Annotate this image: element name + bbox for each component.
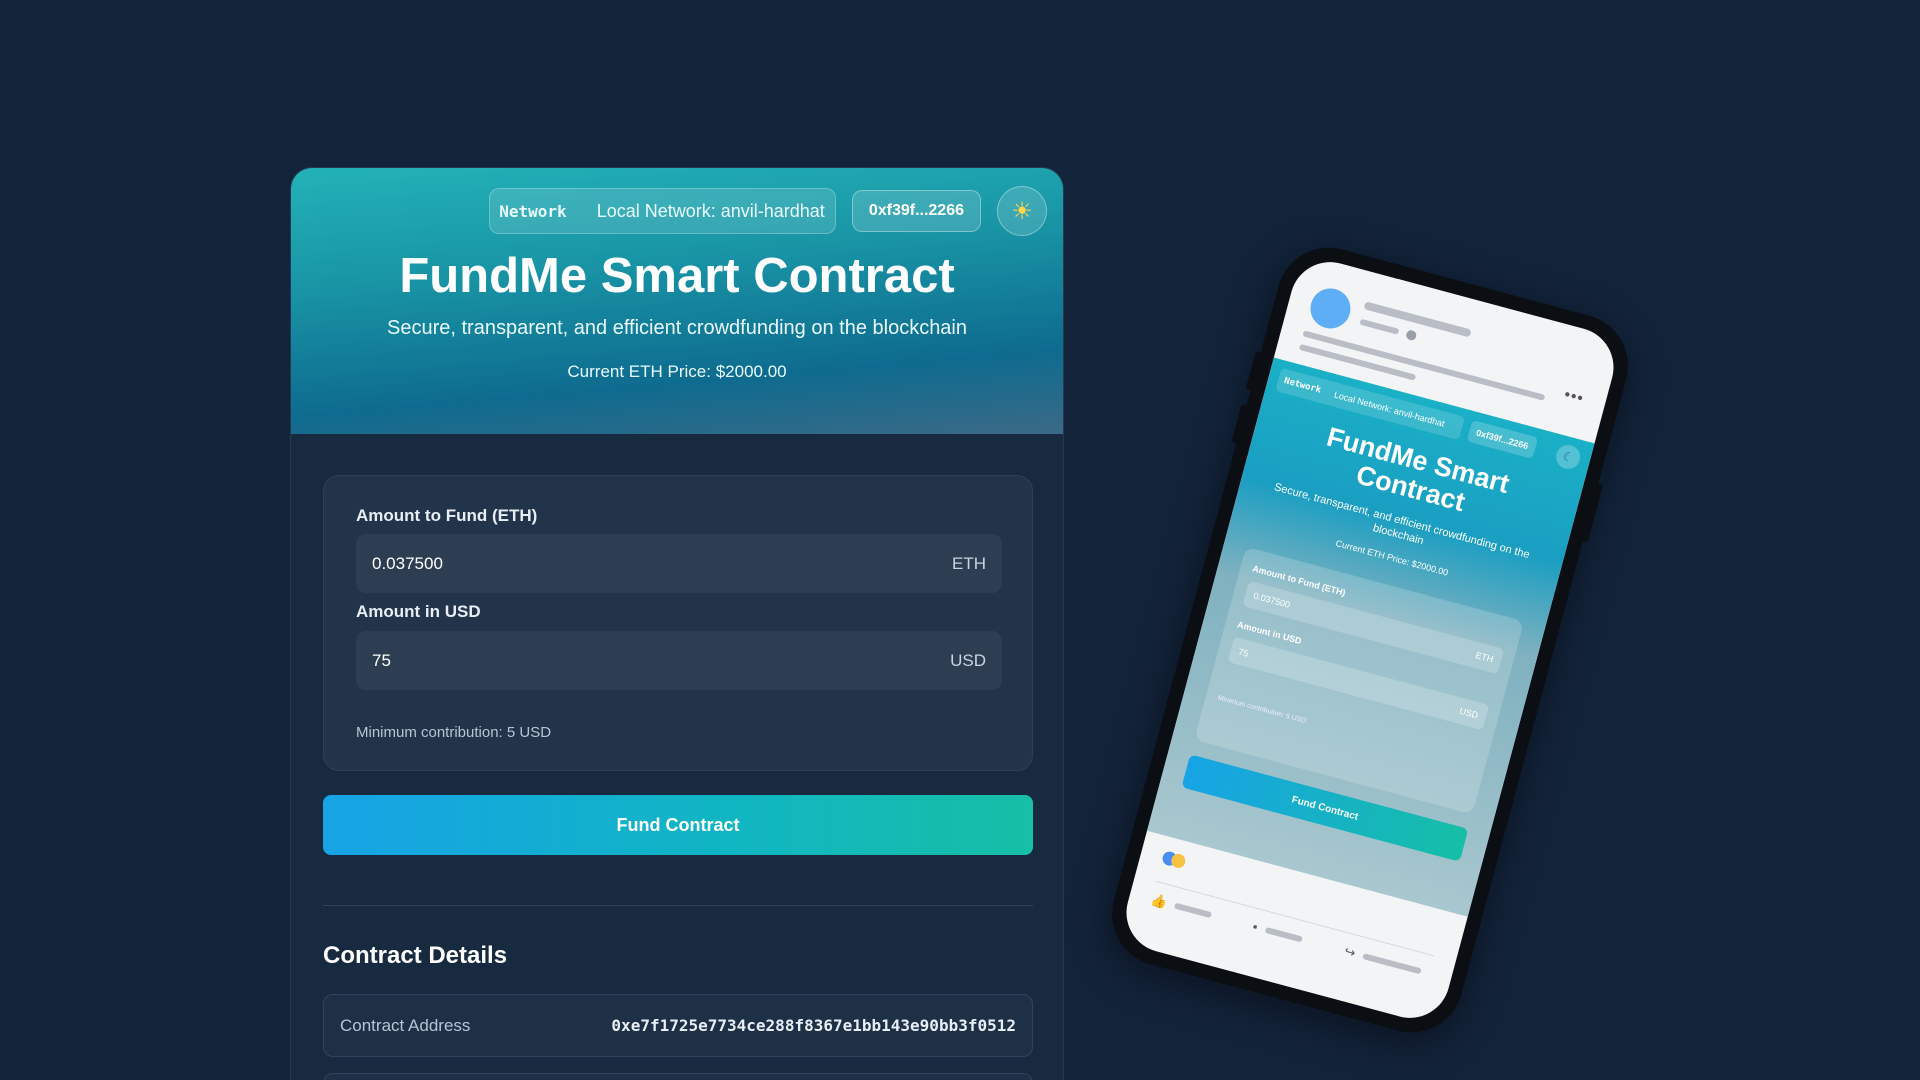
- placeholder-bar: [1359, 318, 1400, 335]
- mini-eth-value: 0.037500: [1252, 590, 1292, 610]
- page-subtitle: Secure, transparent, and efficient crowd…: [387, 317, 967, 339]
- minimum-contribution-note: Minimum contribution: 5 USD: [356, 724, 552, 741]
- mini-min-note: Minimum contribution: 5 USD: [1216, 694, 1307, 726]
- thumbs-up-icon: 👍: [1149, 891, 1170, 911]
- phone-side-button: [1231, 403, 1248, 444]
- placeholder-bar: [1363, 301, 1472, 338]
- app-card: Network Local Network: anvil-hardhat 0xf…: [290, 167, 1064, 1080]
- eth-amount-field[interactable]: ETH: [356, 534, 1002, 593]
- mini-network-name: Local Network: anvil-hardhat: [1332, 389, 1446, 429]
- detail-value[interactable]: 0xe7f1725e7734ce288f8367e1bb143e90bb3f05…: [611, 1016, 1016, 1035]
- network-tag: Network: [499, 201, 567, 221]
- contract-address-row: Contract Address 0xe7f1725e7734ce288f836…: [323, 994, 1033, 1057]
- eth-amount-input[interactable]: [372, 553, 872, 574]
- phone-side-button: [1581, 483, 1604, 543]
- moon-icon: ☾: [1553, 442, 1583, 472]
- avatar: [1305, 283, 1355, 333]
- mini-usd-value: 75: [1237, 646, 1250, 659]
- detail-key: Contract Address: [340, 1015, 471, 1035]
- phone-mockup: ••• Network Local Network: anvil-hardhat…: [1100, 236, 1640, 1044]
- usd-amount-field[interactable]: USD: [356, 631, 1002, 690]
- placeholder-dot: [1405, 329, 1418, 342]
- more-icon: •••: [1562, 386, 1586, 408]
- like-action: 👍: [1149, 892, 1213, 924]
- network-indicator[interactable]: Network Local Network: anvil-hardhat: [489, 188, 836, 234]
- phone-screen: ••• Network Local Network: anvil-hardhat…: [1117, 253, 1623, 1027]
- page-title: FundMe Smart Contract: [399, 249, 955, 303]
- embedded-app-screenshot: Network Local Network: anvil-hardhat 0xf…: [1147, 357, 1595, 917]
- phone-frame: ••• Network Local Network: anvil-hardhat…: [1100, 236, 1640, 1044]
- theme-toggle-button[interactable]: ☀: [997, 186, 1047, 236]
- mini-usd-unit: USD: [1458, 705, 1480, 721]
- fund-contract-button[interactable]: Fund Contract: [323, 795, 1033, 855]
- phone-side-button: [1245, 350, 1262, 391]
- comment-action: ▪: [1251, 919, 1304, 947]
- account-button[interactable]: 0xf39f...2266: [851, 190, 981, 232]
- stage: Network Local Network: anvil-hardhat 0xf…: [0, 0, 1920, 1080]
- usd-amount-label: Amount in USD: [356, 602, 481, 621]
- eth-price: Current ETH Price: $2000.00: [567, 362, 787, 381]
- sun-icon: ☀: [1011, 197, 1033, 225]
- reactions: [1161, 850, 1204, 876]
- share-icon: ↪: [1342, 943, 1358, 961]
- haha-reaction-icon: [1169, 852, 1187, 870]
- fund-form: Amount to Fund (ETH) ETH Amount in USD U…: [323, 475, 1033, 771]
- comment-icon: ▪: [1251, 918, 1260, 935]
- mini-account: 0xf39f...2266: [1466, 420, 1538, 459]
- mini-network-tag: Network: [1282, 376, 1323, 396]
- top-bar: Network Local Network: anvil-hardhat 0xf…: [489, 186, 1047, 236]
- contract-details-title: Contract Details: [323, 942, 508, 969]
- section-divider: [323, 905, 1033, 906]
- eth-amount-label: Amount to Fund (ETH): [356, 506, 538, 525]
- eth-unit: ETH: [952, 553, 986, 573]
- hero-header: Network Local Network: anvil-hardhat 0xf…: [291, 168, 1063, 434]
- usd-amount-input[interactable]: [372, 650, 872, 671]
- detail-row-partial: [323, 1073, 1033, 1080]
- mini-eth-unit: ETH: [1474, 650, 1495, 665]
- share-action: ↪: [1343, 943, 1423, 979]
- network-name: Local Network: anvil-hardhat: [596, 200, 825, 221]
- usd-unit: USD: [950, 650, 986, 670]
